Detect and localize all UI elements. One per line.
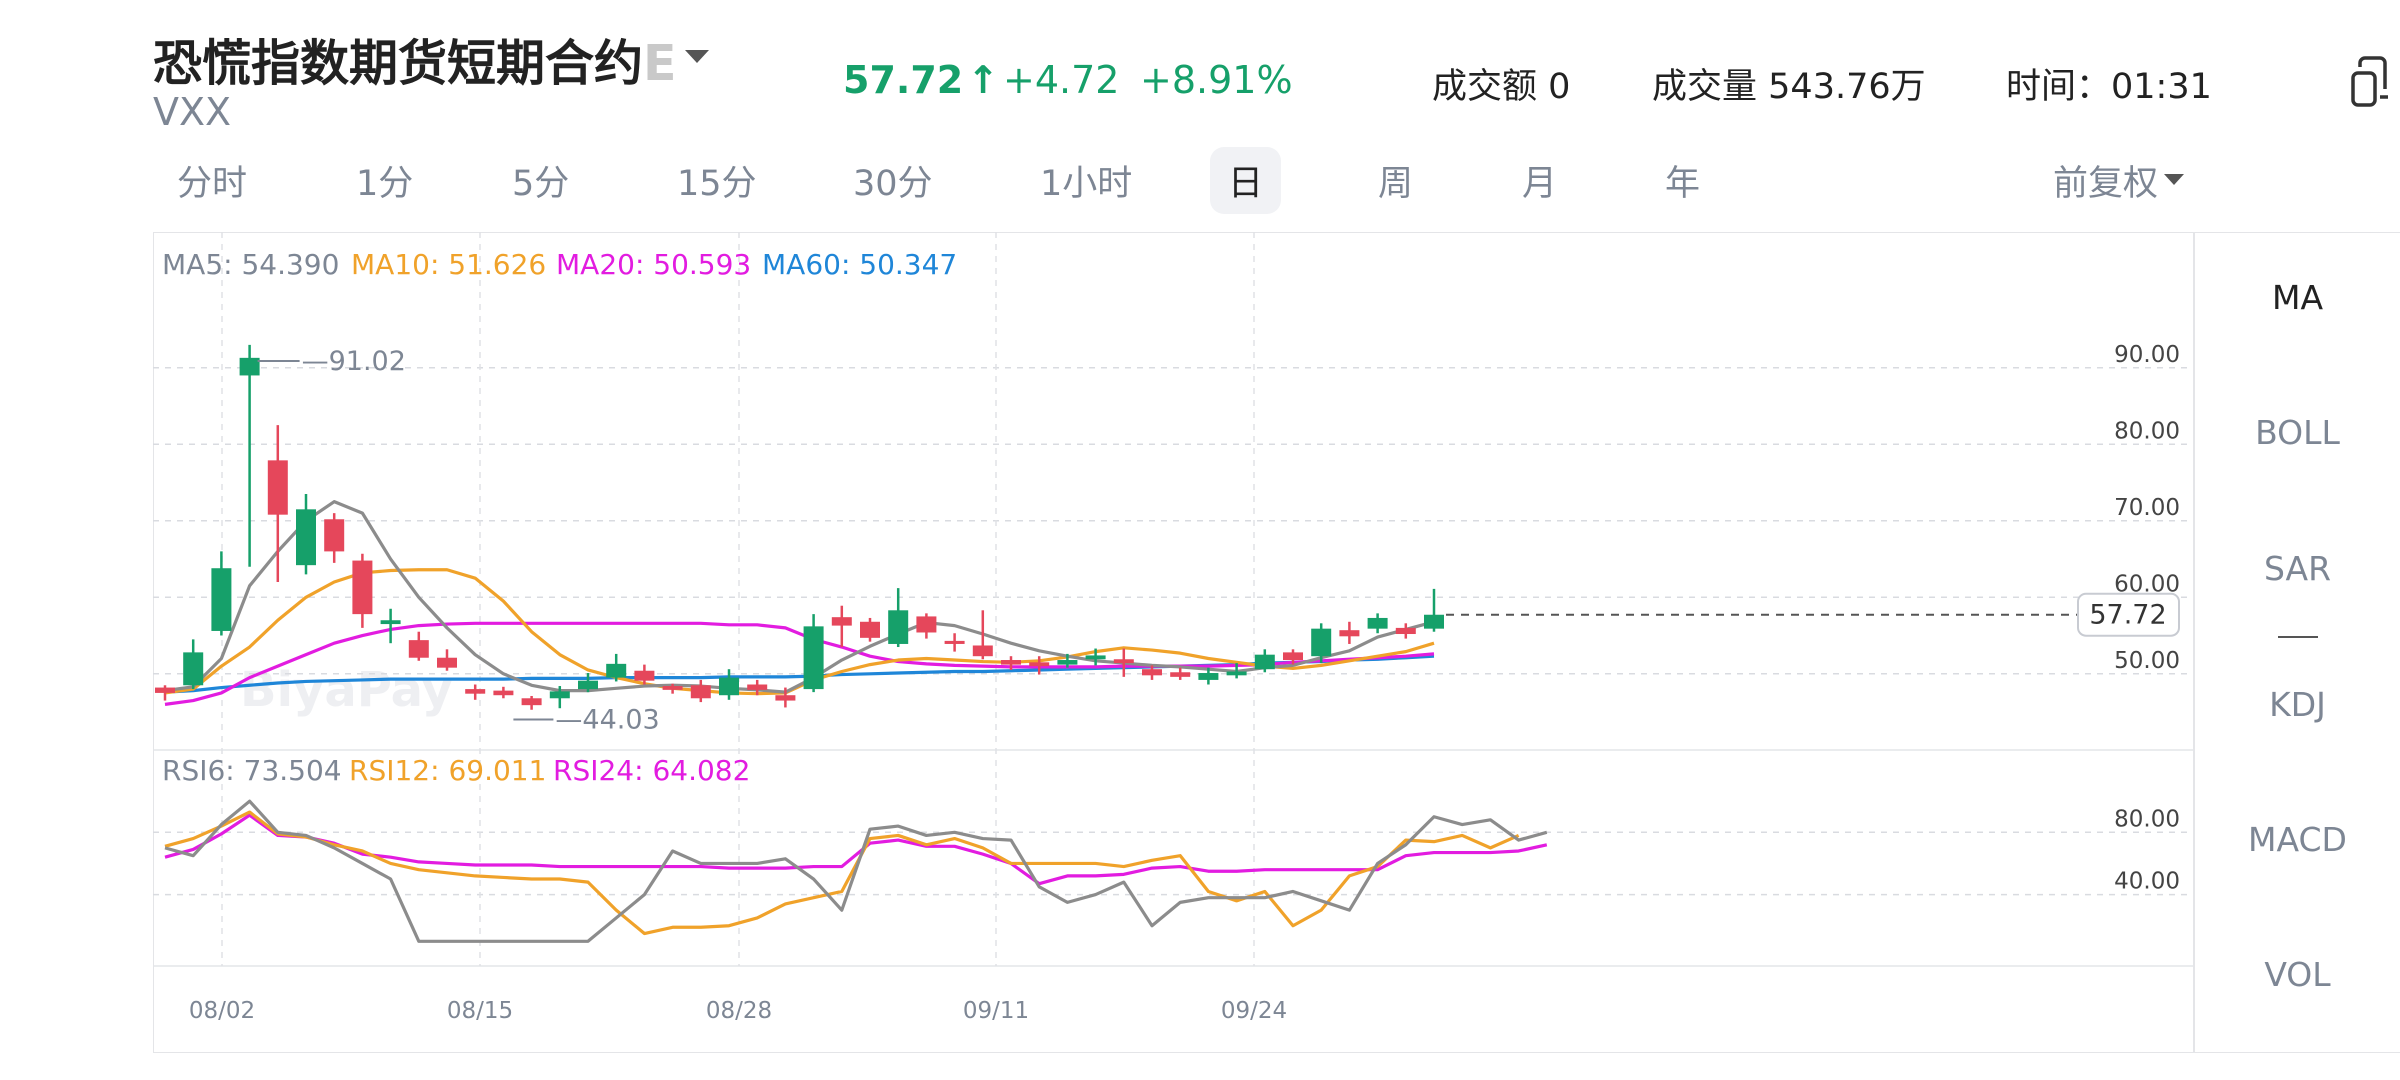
candle-body — [860, 621, 880, 638]
candle-body — [1283, 652, 1303, 661]
candle-body — [211, 568, 232, 631]
candle-body — [549, 691, 570, 699]
candle-body — [775, 695, 796, 701]
candle-body — [1113, 659, 1134, 664]
ma-legend-item: MA20: 50.593 — [556, 248, 751, 281]
candle-body — [493, 690, 514, 696]
ma-legend-item: MA5: 54.390 — [162, 248, 339, 281]
ma-legend-item: MA60: 50.347 — [762, 248, 957, 281]
candle-body — [267, 460, 288, 515]
candle-body — [578, 680, 598, 690]
rsi-legend-item: RSI12: 69.011 — [349, 754, 546, 787]
candle-body — [803, 626, 824, 690]
candle-body — [719, 677, 739, 696]
x-tick-label: 08/28 — [706, 998, 772, 1024]
rsi-legend-item: RSI24: 64.082 — [553, 754, 750, 787]
low-price-label: —44.03 — [555, 704, 659, 735]
candle-body — [1254, 654, 1275, 670]
candle-body — [1395, 627, 1416, 635]
candle-body — [831, 617, 852, 626]
candle-body — [380, 620, 401, 625]
x-tick-label: 09/11 — [963, 998, 1029, 1024]
candle-body — [888, 610, 909, 644]
candle-body — [634, 670, 655, 681]
indicator-divider — [2278, 636, 2318, 638]
candle-body — [1001, 660, 1021, 665]
indicator-panel: MA BOLL SAR KDJ MACD VOL — [2193, 232, 2400, 1053]
candle-body — [1198, 673, 1219, 680]
high-price-label: —91.02 — [302, 346, 406, 377]
candle-body — [155, 687, 175, 693]
candle-body — [1085, 655, 1106, 660]
candle-body — [183, 652, 204, 686]
x-tick-label: 09/24 — [1221, 998, 1287, 1024]
candle-body — [1367, 617, 1388, 629]
candle-body — [465, 689, 486, 694]
y-tick-label: 90.00 — [2114, 342, 2180, 368]
price-chart[interactable]: 90.0080.0070.0060.0050.0080.0040.0008/02… — [0, 0, 2400, 1080]
candle-body — [1339, 630, 1360, 637]
y-tick-label: 80.00 — [2114, 806, 2180, 832]
candle-body — [408, 640, 429, 658]
candle-body — [437, 657, 457, 668]
candle-body — [606, 663, 627, 678]
candle-body — [521, 698, 542, 706]
y-tick-label: 80.00 — [2114, 418, 2180, 444]
y-tick-label: 70.00 — [2114, 495, 2180, 521]
candle-body — [690, 685, 711, 699]
candle-body — [1170, 672, 1191, 677]
indicator-boll[interactable]: BOLL — [2194, 413, 2400, 452]
candle-body — [324, 519, 345, 552]
indicator-kdj[interactable]: KDJ — [2194, 685, 2400, 724]
candle-body — [1424, 614, 1444, 629]
candle-body — [1057, 660, 1078, 665]
candle-body — [972, 645, 993, 657]
candle-body — [662, 686, 683, 690]
x-tick-label: 08/15 — [447, 998, 513, 1024]
candle-body — [1226, 671, 1247, 676]
rsi12-line — [164, 810, 1520, 936]
y-tick-label: 40.00 — [2114, 869, 2180, 895]
ma-legend-item: MA10: 51.626 — [351, 248, 546, 281]
x-tick-label: 08/02 — [189, 998, 255, 1024]
rsi-legend-item: RSI6: 73.504 — [162, 754, 342, 787]
y-tick-label: 50.00 — [2114, 648, 2180, 674]
candle-body — [916, 616, 937, 633]
candle-body — [239, 357, 260, 376]
candle-body — [1029, 662, 1050, 667]
candle-body — [352, 560, 373, 615]
candle-body — [1311, 628, 1332, 657]
candle-body — [747, 684, 768, 690]
candle-body — [1142, 669, 1162, 676]
indicator-sar[interactable]: SAR — [2194, 549, 2400, 588]
indicator-macd[interactable]: MACD — [2194, 820, 2400, 859]
candle-body — [296, 509, 316, 566]
last-price-tag-label: 57.72 — [2089, 600, 2166, 631]
indicator-vol[interactable]: VOL — [2194, 955, 2400, 994]
indicator-ma[interactable]: MA — [2194, 278, 2400, 317]
candle-body — [944, 640, 965, 644]
